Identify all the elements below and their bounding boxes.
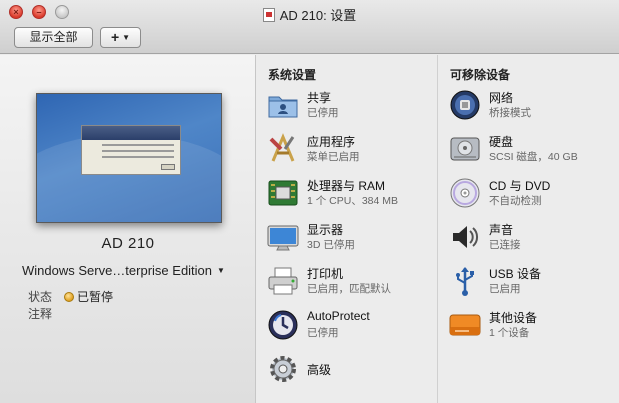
system-setting-item-status: 菜单已启用 [307,151,360,163]
system-setting-item-status: 1 个 CPU、384 MB [307,195,399,207]
autoprotect-icon [267,309,299,341]
applications-icon [267,133,299,165]
note-row[interactable]: 注释 [28,305,52,322]
system-setting-item-status: 已停用 [307,327,339,339]
state-row: 状态 已暂停 [28,288,113,305]
removable-device-item-name: CD 与 DVD [489,179,551,193]
vm-document-icon [262,8,275,22]
removable-device-item-name: 网络 [489,91,514,105]
removable-devices-column: 可移除设备 网络桥接模式硬盘 SCSI 磁盘，40 GB CD 与 DVD 不自动检测… [439,55,619,403]
processor-icon [267,177,299,209]
window-title: AD 210: 设置 [0,5,619,24]
thumbnail-button [161,164,175,170]
system-setting-item-5[interactable]: AutoProtect 已停用 [267,309,442,345]
sound-icon [449,221,481,253]
usb-icon [449,265,481,297]
add-label: + [110,29,120,45]
system-setting-item-name: 共享 [307,91,332,105]
removable-device-item-status: 已启用 [489,283,521,295]
network-icon [449,89,481,121]
system-setting-item-status: 3D 已停用 [307,239,355,251]
vm-name: AD 210 [101,235,155,252]
removable-device-item-3[interactable]: 声音 已连接 [449,221,619,257]
add-device-button[interactable]: + ▼ [100,27,141,48]
system-setting-item-status: 已启用，匹配默认 [307,283,391,295]
removable-device-item-status: 不自动检测 [489,195,542,207]
printer-icon [267,265,299,297]
settings-window: × – AD 210: 设置 显示全部 + ▼ AD 210 Windows Se… [0,0,619,403]
paused-status-icon [64,292,75,302]
thumbnail-line [102,144,174,146]
vm-summary-panel: AD 210 Windows Serve…terprise Edition ▼ 状… [0,55,256,403]
system-setting-item-name: 处理器与 RAM [307,179,386,193]
window-title-text: AD 210: 设置 [279,8,357,23]
removable-device-item-name: 其他设备 [489,311,538,325]
system-setting-item-name: 打印机 [307,267,344,281]
system-setting-item-name: 应用程序 [307,135,356,149]
cd-dvd-icon [449,177,481,209]
shared-folder-icon [267,89,299,121]
state-value: 已暂停 [77,290,114,304]
os-selector[interactable]: Windows Serve…terprise Edition ▼ [22,263,252,278]
system-setting-item-status: 已停用 [307,107,339,119]
removable-device-item-name: 声音 [489,223,514,237]
other-devices-icon [449,309,481,341]
removable-device-item-status: 桥接模式 [489,107,531,119]
removable-device-item-status: 1 个设备 [489,327,530,339]
thumbnail-line [102,150,174,152]
removable-device-item-5[interactable]: 其他设备 1 个设备 [449,309,619,345]
display-icon [267,221,299,253]
advanced-gear-icon [267,353,299,385]
removable-device-item-name: 硬盘 [489,135,514,149]
system-setting-item-name: 显示器 [307,223,344,237]
system-setting-item-0[interactable]: 共享 已停用 [267,89,442,125]
removable-device-item-status: 已连接 [489,239,521,251]
thumbnail-dialog [81,125,181,175]
system-setting-item-6[interactable]: 高级 [267,353,442,389]
removable-device-item-2[interactable]: CD 与 DVD 不自动检测 [449,177,619,213]
thumbnail-dialog-header [82,126,180,140]
removable-device-item-1[interactable]: 硬盘 SCSI 磁盘，40 GB [449,133,619,169]
system-setting-item-2[interactable]: 处理器与 RAM 1 个 CPU、384 MB [267,177,442,213]
system-setting-item-1[interactable]: 应用程序 菜单已启用 [267,133,442,169]
thumbnail-line [102,156,174,158]
system-setting-item-name: AutoProtect [307,309,370,323]
system-setting-item-name: 高级 [307,363,332,377]
show-all-button[interactable]: 显示全部 [14,27,93,48]
system-setting-item-3[interactable]: 显示器 3D 已停用 [267,221,442,257]
os-name: Windows Serve…terprise Edition [22,263,213,278]
system-settings-heading: 系统设置 [268,68,317,82]
title-bar: × – AD 210: 设置 显示全部 + ▼ [0,0,619,54]
removable-device-item-status: SCSI 磁盘，40 GB [489,151,578,163]
removable-device-item-0[interactable]: 网络 桥接模式 [449,89,619,125]
note-label: 注释 [28,307,53,321]
state-label: 状态 [28,290,53,304]
vm-screenshot-thumbnail [36,93,222,223]
removable-device-item-name: USB 设备 [489,267,542,281]
hard-disk-icon [449,133,481,165]
dropdown-arrow-icon: ▼ [217,266,225,275]
removable-devices-heading: 可移除设备 [450,68,511,82]
chevron-down-icon: ▼ [122,33,131,42]
system-settings-column: 系统设置 共享 已停用 应用程序 菜单已启用 处理器与 RAM 1 个 CPU、384 M… [257,55,438,403]
removable-device-item-4[interactable]: USB 设备 已启用 [449,265,619,301]
system-setting-item-4[interactable]: 打印机已启用，匹配默认 [267,265,442,301]
